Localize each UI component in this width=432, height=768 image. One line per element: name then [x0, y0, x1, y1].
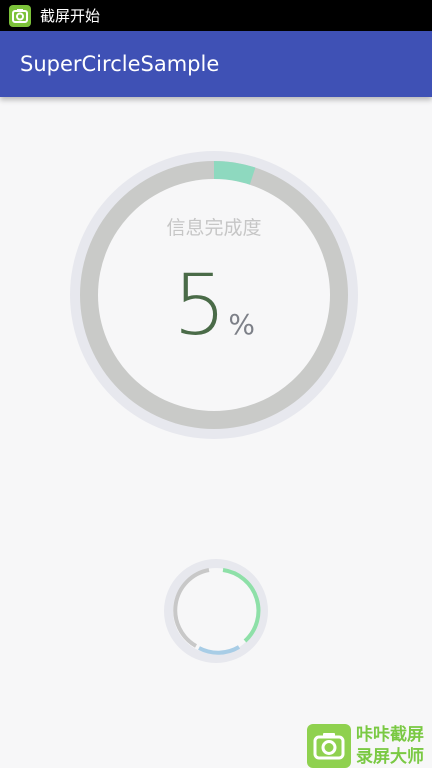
progress-value-group: 5%	[64, 263, 364, 347]
status-bar: 截屏开始	[0, 0, 432, 31]
progress-unit: %	[228, 308, 256, 341]
screenshot-app-icon	[8, 4, 32, 28]
app-bar: SuperCircleSample	[0, 31, 432, 97]
watermark-text: 咔咔截屏 录屏大师	[356, 724, 432, 768]
status-text: 截屏开始	[40, 7, 101, 25]
loading-ring	[164, 559, 268, 663]
watermark-line2: 录屏大师	[356, 747, 424, 767]
camera-icon	[307, 724, 351, 768]
loading-circle	[163, 558, 269, 664]
progress-label: 信息完成度	[166, 217, 262, 239]
watermark: 咔咔截屏 录屏大师	[304, 724, 432, 768]
watermark-line1: 咔咔截屏	[356, 725, 424, 745]
app-title: SuperCircleSample	[20, 52, 220, 76]
progress-value: 5	[172, 256, 227, 354]
progress-circle: 信息完成度 5%	[64, 145, 364, 445]
